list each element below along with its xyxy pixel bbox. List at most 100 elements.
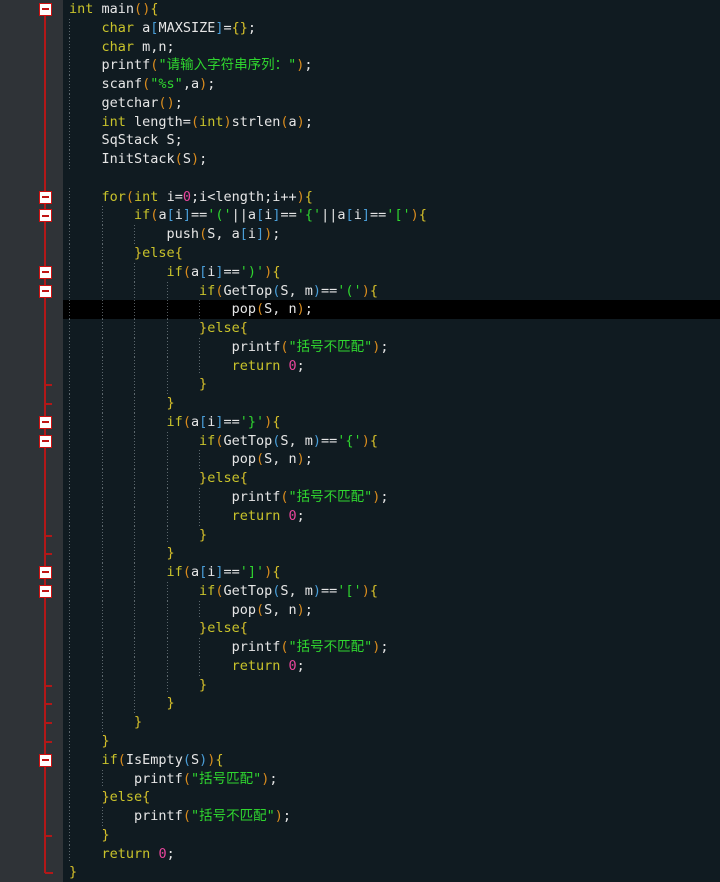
code-token-p1: ( (158, 94, 167, 111)
code-token-str: '{' (337, 432, 362, 449)
code-line[interactable]: } (63, 675, 720, 695)
code-line[interactable]: }else{ (63, 619, 720, 639)
code-line[interactable]: if(a[i]==']'){ (63, 563, 720, 582)
code-line[interactable]: } (63, 394, 720, 413)
fold-collapse-icon[interactable] (39, 209, 52, 223)
code-line[interactable]: return 0; (63, 844, 720, 864)
fold-collapse-icon[interactable] (39, 415, 52, 429)
code-line[interactable]: pop(S, n); (63, 450, 720, 470)
code-token-p1: ( (255, 301, 265, 318)
code-line[interactable]: InitStack(S); (63, 150, 720, 169)
code-token-pl: S, m (280, 582, 313, 599)
code-token-num: 0 (182, 188, 191, 205)
code-token-p1: ) (199, 76, 208, 93)
code-line[interactable]: if(GetTop(S, m)=='{'){ (63, 431, 720, 451)
code-token-p3: } (199, 676, 208, 693)
code-line[interactable]: }else{ (63, 319, 720, 338)
code-token-pl: ; (380, 338, 389, 355)
fold-collapse-icon[interactable] (39, 284, 52, 298)
code-line-text: InitStack(S); (63, 150, 720, 169)
code-line[interactable]: if(GetTop(S, m)=='('){ (63, 281, 720, 301)
code-token-p3: } (239, 19, 248, 36)
code-line[interactable]: return 0; (63, 506, 720, 526)
fold-collapse-icon[interactable] (39, 434, 52, 448)
code-editor[interactable]: 6061626364656667686970717273747576777879… (0, 0, 720, 882)
code-token-str: '[' (337, 582, 362, 599)
code-line[interactable]: } (63, 694, 720, 714)
code-line[interactable]: return 0; (63, 356, 720, 376)
code-token-kw: else (207, 320, 240, 337)
code-token-p3: { (231, 19, 240, 36)
code-line[interactable] (63, 169, 720, 188)
code-line[interactable]: push(S, a[i]); (63, 225, 720, 244)
code-line-current[interactable]: pop(S, n); (63, 300, 720, 320)
code-line[interactable]: printf("括号匹配"); (63, 769, 720, 789)
code-line[interactable]: int length=(int)strlen(a); (63, 112, 720, 132)
code-line[interactable]: printf("括号不匹配"); (63, 638, 720, 657)
code-line[interactable]: scanf("%s",a); (63, 75, 720, 94)
code-line[interactable]: } (63, 732, 720, 751)
code-token-num: 0 (288, 657, 297, 674)
code-line[interactable]: } (63, 863, 720, 882)
code-line[interactable]: } (63, 375, 720, 395)
code-token-kw: char (101, 38, 135, 55)
code-line[interactable]: } (63, 525, 720, 545)
code-line[interactable]: for(int i=0;i<length;i++){ (63, 187, 720, 207)
code-token-p1: ( (134, 1, 143, 17)
code-token-pl: ; (247, 19, 257, 36)
code-line[interactable]: char m,n; (63, 37, 720, 57)
fold-collapse-icon[interactable] (39, 584, 52, 598)
code-line-text: } (63, 713, 720, 732)
code-token-kw: char (101, 19, 135, 36)
code-token-p3: } (199, 526, 208, 543)
code-token-pl: pop (231, 601, 256, 618)
code-line[interactable]: if(a[i]==')'){ (63, 262, 720, 282)
code-line[interactable]: if(a[i]=='}'){ (63, 412, 720, 432)
code-line[interactable]: printf("括号不匹配"); (63, 807, 720, 826)
fold-collapse-icon[interactable] (39, 190, 52, 204)
code-line[interactable]: if(IsEmpty(S)){ (63, 750, 720, 770)
code-line[interactable]: }else{ (63, 244, 720, 263)
code-token-num: 0 (158, 845, 167, 862)
fold-collapse-icon[interactable] (39, 265, 52, 279)
code-token-pl: printf (231, 338, 281, 355)
code-token-pl: ; (296, 657, 305, 674)
code-line[interactable]: printf("括号不匹配"); (63, 337, 720, 357)
code-token-p1: ( (255, 451, 265, 468)
code-token-pl: ;i<length;i++ (190, 188, 297, 205)
code-line[interactable]: }else{ (63, 788, 720, 808)
code-line[interactable]: getchar(); (63, 93, 720, 113)
fold-branch-tick (45, 722, 52, 725)
fold-collapse-icon[interactable] (39, 3, 52, 16)
code-line[interactable]: printf("括号不匹配"); (63, 488, 720, 507)
code-line[interactable]: pop(S, n); (63, 600, 720, 620)
code-line[interactable]: char a[MAXSIZE]={}; (63, 18, 720, 38)
code-content-area[interactable]: int main(){ char a[MAXSIZE]={}; char m,n… (63, 0, 720, 882)
code-token-kw: int (69, 1, 94, 17)
gutter-fold-column[interactable] (58, 0, 63, 882)
code-line[interactable]: } (63, 544, 720, 564)
code-line[interactable]: if(GetTop(S, m)=='['){ (63, 581, 720, 601)
code-token-pl: printf (101, 57, 151, 74)
fold-collapse-icon[interactable] (39, 753, 52, 767)
code-line[interactable]: SqStack S; (63, 131, 720, 151)
fold-collapse-icon[interactable] (39, 566, 52, 580)
code-token-kw: if (199, 282, 216, 299)
code-line[interactable]: }else{ (63, 469, 720, 489)
code-line[interactable]: int main(){ (63, 0, 720, 19)
code-line-text: for(int i=0;i<length;i++){ (63, 188, 720, 207)
code-line-text: } (63, 732, 720, 751)
code-line[interactable]: if(a[i]=='('||a[i]=='{'||a[i]=='['){ (63, 206, 720, 226)
code-line[interactable]: printf("请输入字符串序列："); (63, 56, 720, 76)
code-line[interactable]: } (63, 713, 720, 733)
code-token-pl: getchar (101, 94, 159, 111)
code-line[interactable]: return 0; (63, 656, 720, 676)
code-line[interactable]: } (63, 825, 720, 845)
code-token-pl: printf (134, 808, 183, 825)
